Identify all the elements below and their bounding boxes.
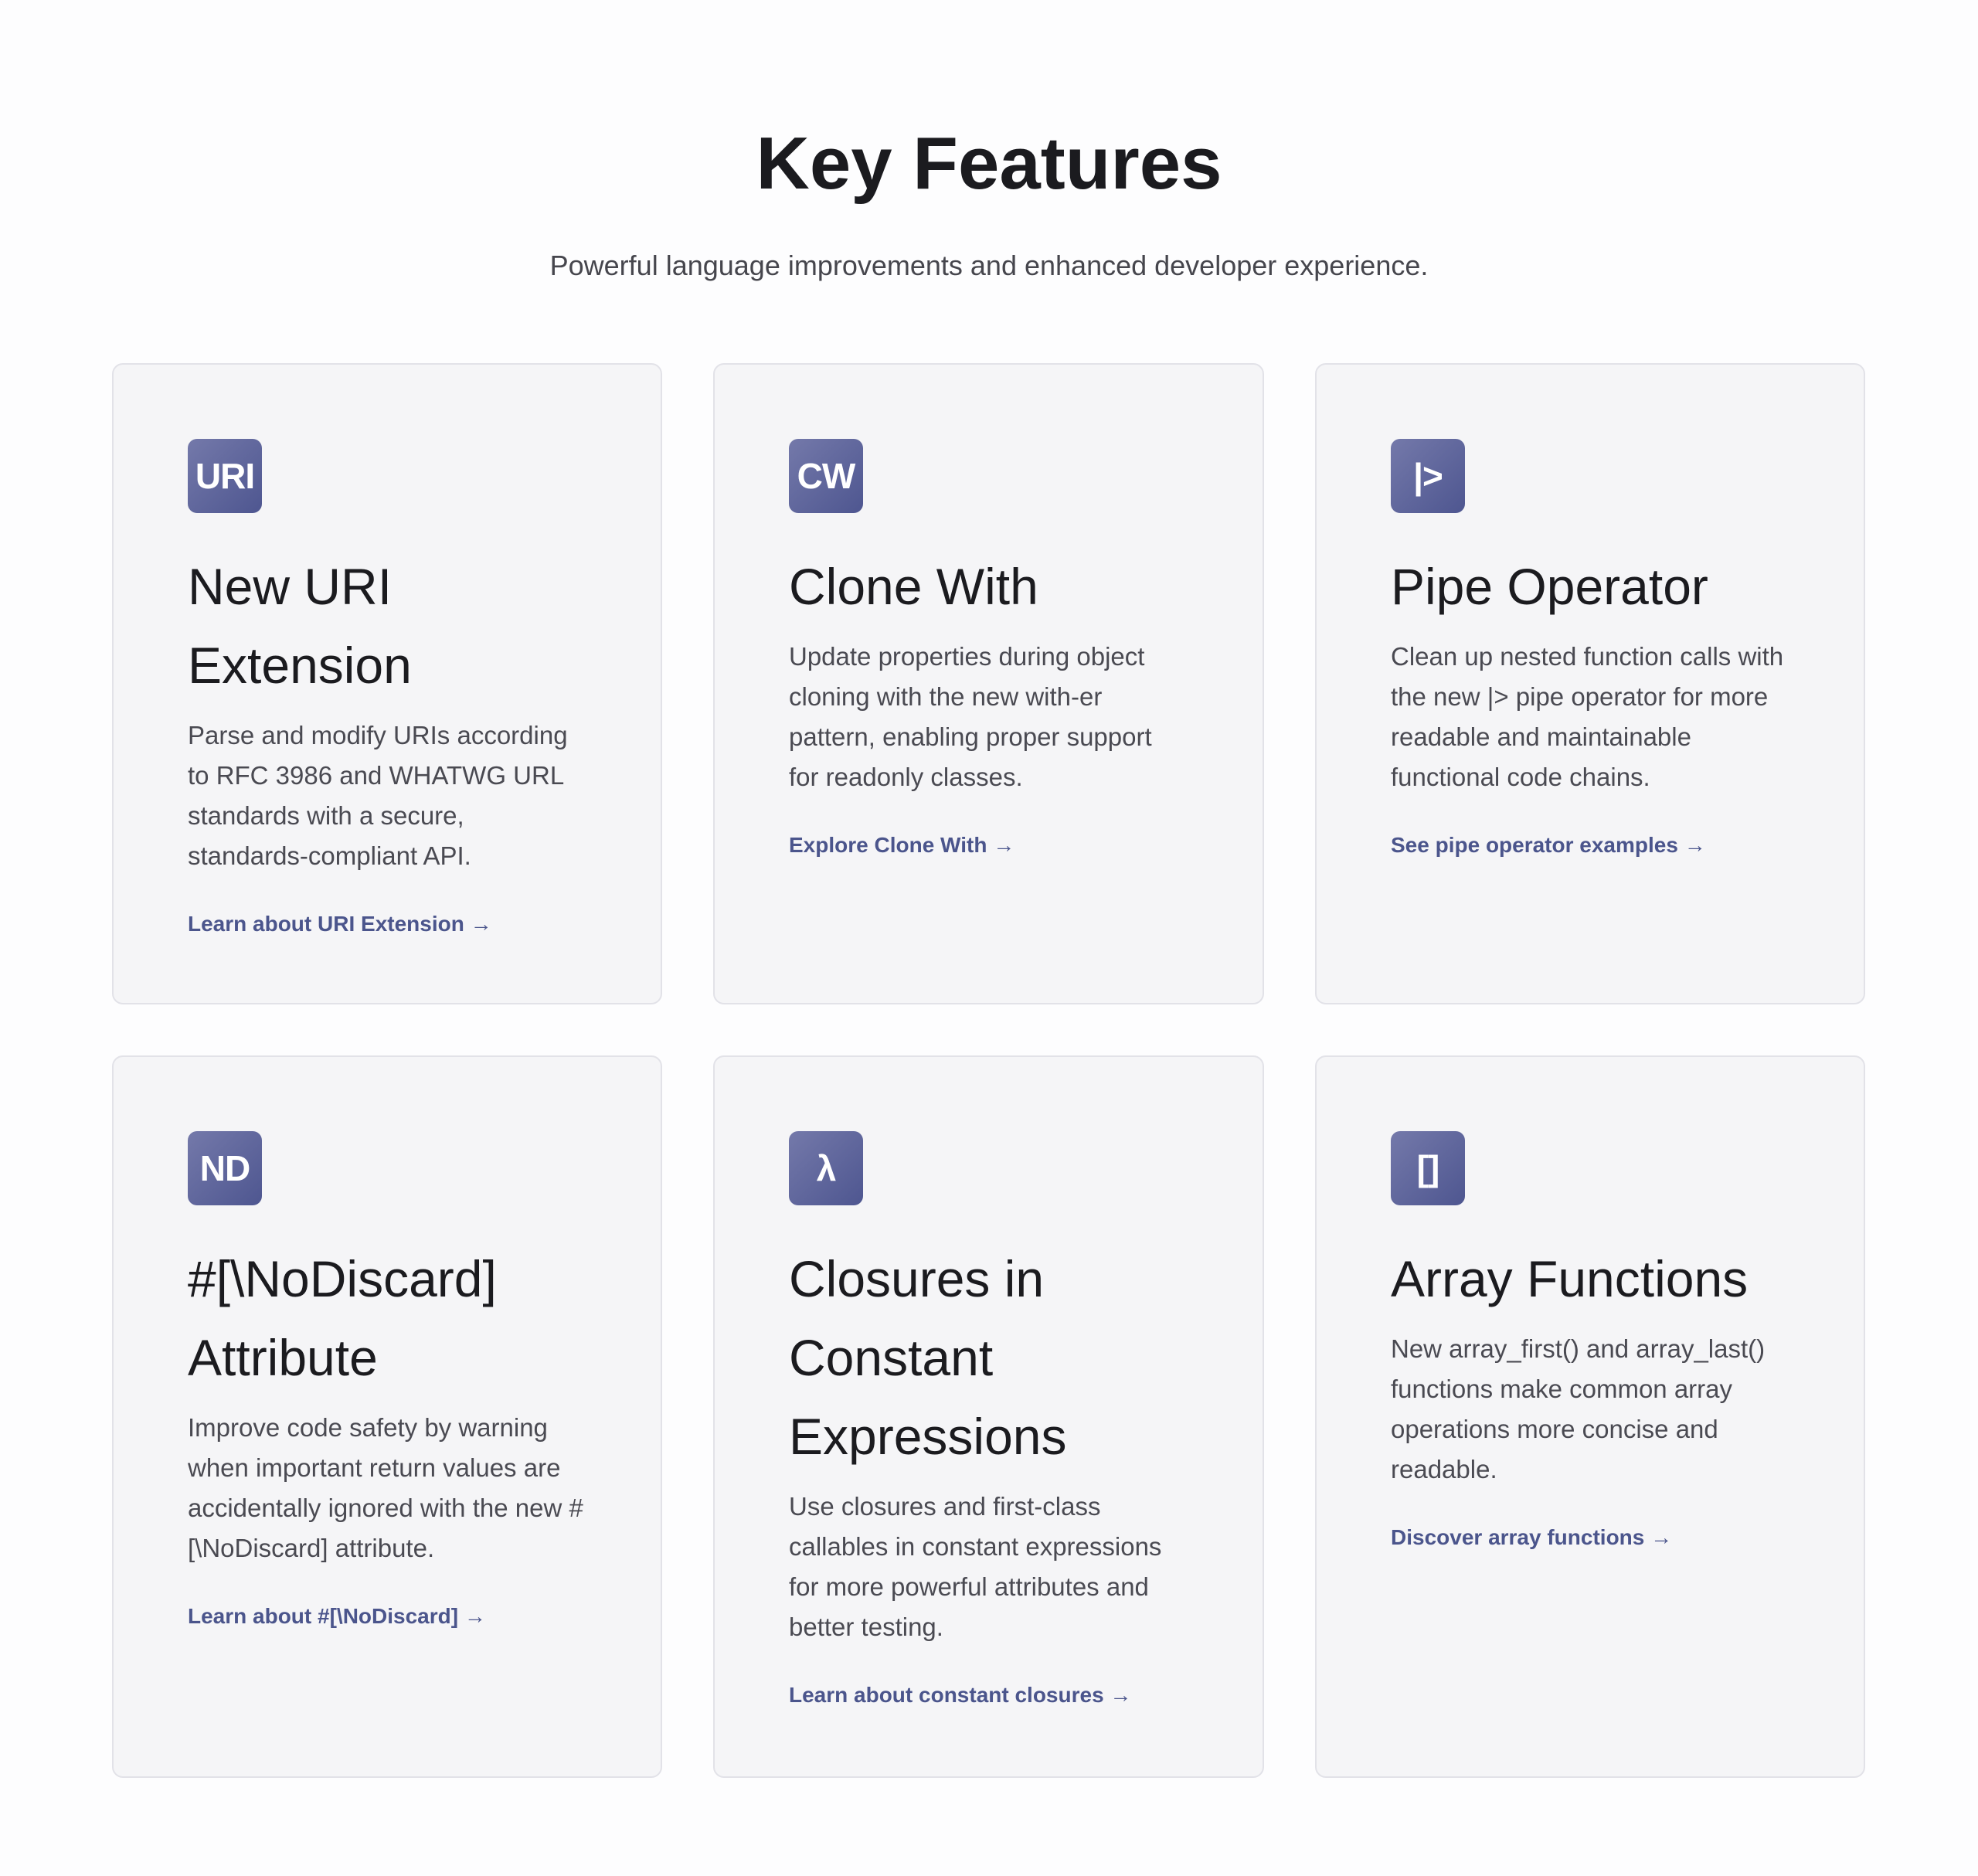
feature-card-constant-closures: λ Closures in Constant Expressions Use c…: [713, 1055, 1264, 1778]
feature-card-clone-with: CW Clone With Update properties during o…: [713, 363, 1264, 1004]
feature-card-uri: URI New URI Extension Parse and modify U…: [112, 363, 662, 1004]
uri-icon: URI: [188, 439, 262, 513]
learn-nodiscard-link[interactable]: Learn about #[\NoDiscard] →: [188, 1601, 486, 1632]
feature-title: Pipe Operator: [1391, 558, 1708, 615]
feature-card-pipe-operator: |> Pipe Operator Clean up nested functio…: [1315, 363, 1865, 1004]
clone-with-icon: CW: [789, 439, 863, 513]
lambda-icon: λ: [789, 1131, 863, 1205]
feature-description: Improve code safety by warning when impo…: [188, 1413, 583, 1562]
explore-clone-with-link[interactable]: Explore Clone With →: [789, 830, 1014, 861]
features-grid: URI New URI Extension Parse and modify U…: [112, 363, 1866, 1778]
array-icon: []: [1391, 1131, 1465, 1205]
pipe-operator-examples-link[interactable]: See pipe operator examples →: [1391, 830, 1706, 861]
feature-description: Parse and modify URIs according to RFC 3…: [188, 721, 568, 870]
nodiscard-icon: ND: [188, 1131, 262, 1205]
feature-title: New URI Extension: [188, 558, 412, 694]
feature-description: Use closures and first-class callables i…: [789, 1492, 1162, 1641]
learn-uri-extension-link[interactable]: Learn about URI Extension →: [188, 909, 492, 940]
feature-description: New array_first() and array_last() funct…: [1391, 1334, 1766, 1483]
discover-array-functions-link[interactable]: Discover array functions →: [1391, 1522, 1672, 1553]
feature-description: Clean up nested function calls with the …: [1391, 642, 1784, 791]
feature-title: Closures in Constant Expressions: [789, 1250, 1067, 1465]
feature-card-nodiscard: ND #[\NoDiscard] Attribute Improve code …: [112, 1055, 662, 1778]
feature-card-array-functions: [] Array Functions New array_first() and…: [1315, 1055, 1865, 1778]
section-title: Key Features: [756, 122, 1222, 205]
feature-title: #[\NoDiscard] Attribute: [188, 1250, 497, 1386]
feature-title: Array Functions: [1391, 1250, 1749, 1307]
learn-constant-closures-link[interactable]: Learn about constant closures →: [789, 1680, 1131, 1711]
pipe-operator-icon: |>: [1391, 439, 1465, 513]
feature-description: Update properties during object cloning …: [789, 642, 1152, 791]
section-subtitle: Powerful language improvements and enhan…: [549, 250, 1429, 281]
feature-title: Clone With: [789, 558, 1038, 615]
features-page: Key Features Powerful language improveme…: [0, 0, 1978, 1876]
